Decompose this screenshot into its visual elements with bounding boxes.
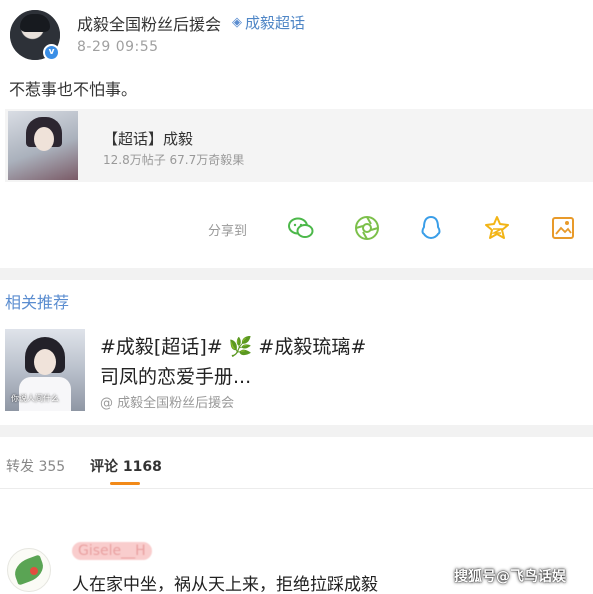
wechat-icon[interactable] [287, 214, 315, 242]
recommend-source: @ 成毅全国粉丝后援会 [100, 396, 235, 411]
recommend-heading: 相关推荐 [5, 293, 70, 312]
author-name[interactable]: 成毅全国粉丝后援会 [77, 11, 221, 35]
post-timestamp: 8-29 09:55 [77, 39, 159, 55]
topic-tag-label: 成毅超话 [245, 14, 306, 32]
section-divider [0, 268, 593, 280]
share-label: 分享到 [208, 224, 248, 239]
super-topic-title: 【超话】成毅 [103, 130, 194, 148]
watermark-text: 搜狐号@飞鸟话娱 [454, 569, 566, 585]
qq-icon[interactable] [417, 214, 445, 242]
recommend-thumbnail: 你说人间什么 [5, 329, 85, 411]
reaction-tabs: 转发 355 评论 1168 [0, 448, 593, 488]
super-topic-stats: 12.8万帖子 67.7万奇毅果 [103, 153, 245, 167]
super-topic-thumbnail [8, 111, 78, 180]
diamond-icon: ◈ [232, 15, 242, 30]
share-row: 分享到 [0, 206, 593, 250]
recommend-thumb-caption: 你说人间什么 [11, 394, 59, 403]
moments-icon[interactable] [353, 214, 381, 242]
topic-tag-link[interactable]: ◈ 成毅超话 [232, 12, 305, 33]
recommend-card[interactable]: 你说人间什么 #成毅[超话]# 🌿 #成毅琉璃# 司凤的恋爱手册... @ 成毅… [0, 326, 593, 421]
comment-text: 人在家中坐，祸从天上来，拒绝拉踩成毅 [72, 575, 378, 594]
tab-repost[interactable]: 转发 355 [6, 456, 65, 476]
qzone-icon[interactable] [483, 214, 511, 242]
post-header: v 成毅全国粉丝后援会 ◈ 成毅超话 8-29 09:55 [0, 0, 593, 66]
tab-active-indicator [110, 482, 140, 485]
verified-badge-icon: v [43, 44, 60, 61]
tabs-divider [0, 488, 593, 489]
section-divider [0, 425, 593, 437]
save-image-icon[interactable] [549, 214, 577, 242]
commenter-avatar[interactable] [7, 548, 51, 592]
recommend-title-line1: #成毅[超话]# 🌿 #成毅琉璃# [100, 336, 367, 358]
tab-comment[interactable]: 评论 1168 [90, 456, 162, 476]
post-body-text: 不惹事也不怕事。 [9, 80, 138, 99]
recommend-title-line2: 司凤的恋爱手册... [100, 366, 252, 388]
super-topic-card[interactable]: 【超话】成毅 12.8万帖子 67.7万奇毅果 [5, 109, 593, 182]
commenter-name[interactable]: Gisele__H [72, 542, 152, 560]
